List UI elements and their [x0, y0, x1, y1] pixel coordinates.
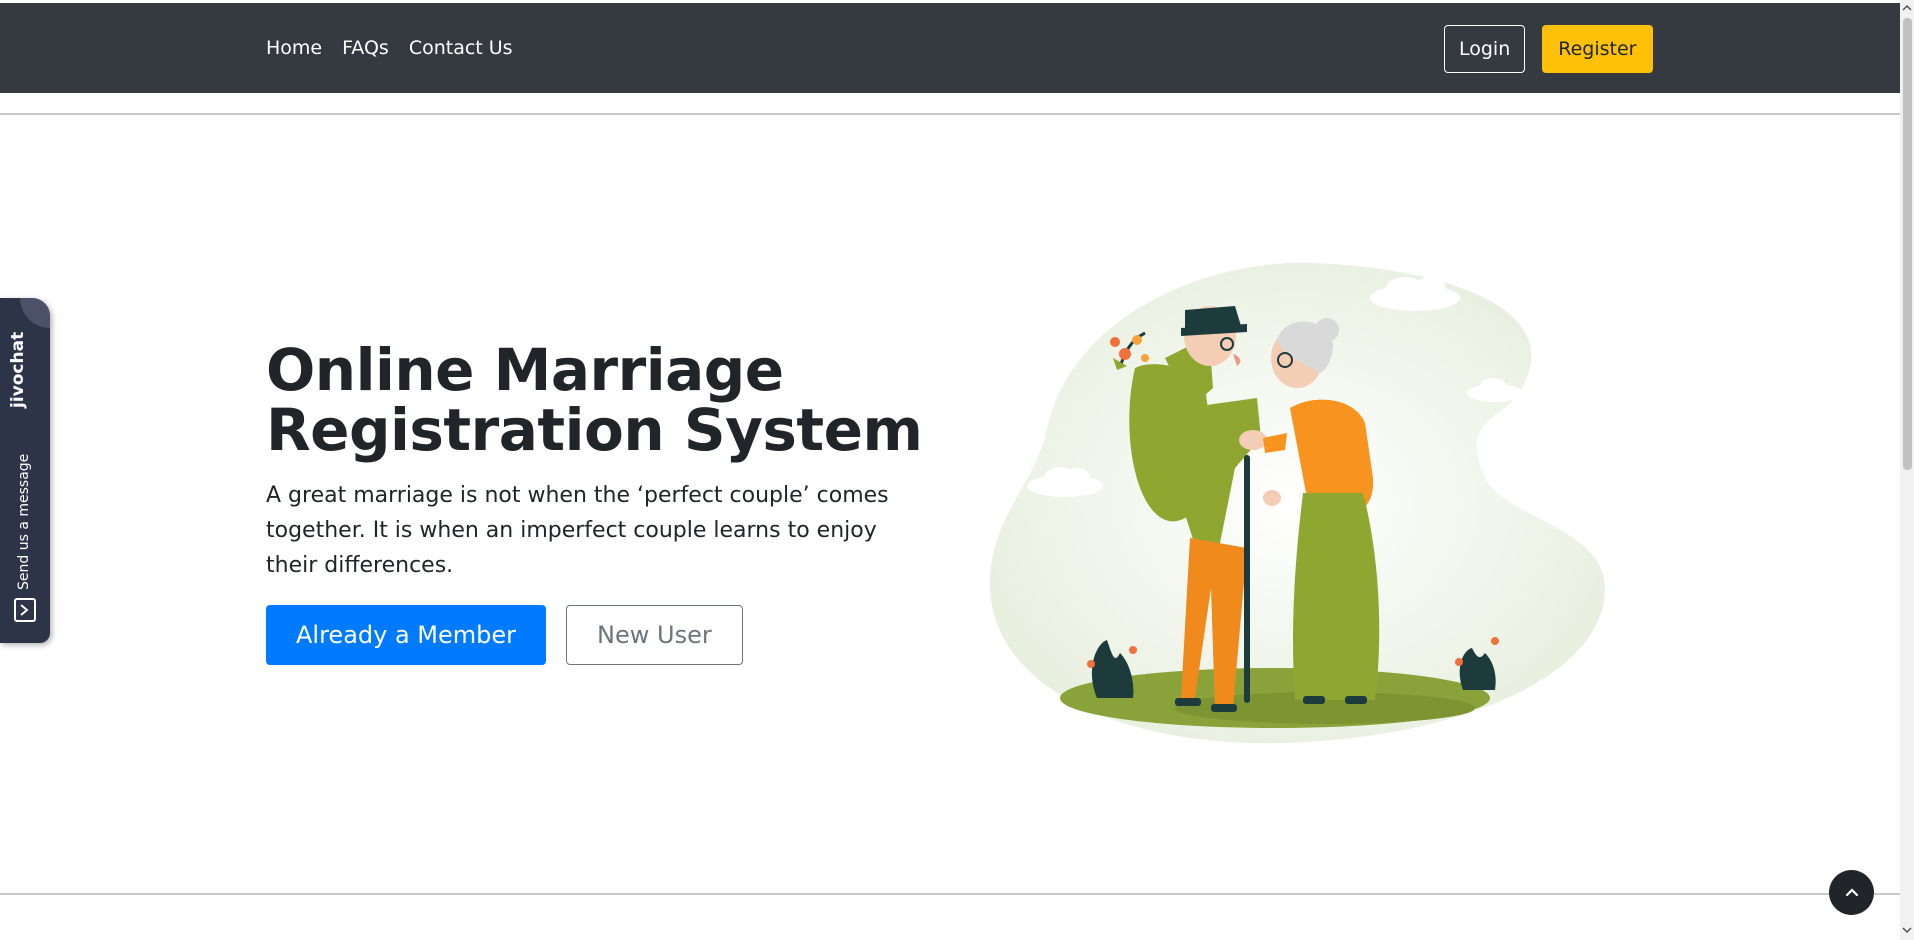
divider-bottom: [0, 893, 1900, 895]
navbar: Home FAQs Contact Us Login Register: [0, 3, 1900, 93]
already-member-button[interactable]: Already a Member: [266, 605, 547, 665]
nav-links: Home FAQs Contact Us: [266, 3, 513, 93]
chevron-up-icon: [1844, 883, 1860, 902]
nav-link-faqs[interactable]: FAQs: [342, 37, 389, 59]
login-button[interactable]: Login: [1444, 25, 1526, 73]
divider-top: [0, 113, 1900, 115]
jivochat-corner: [20, 298, 50, 328]
page-title: Online Marriage Registration System: [266, 340, 926, 460]
page-scrollbar[interactable]: [1900, 0, 1914, 940]
scroll-up-arrow-icon[interactable]: [1900, 0, 1914, 16]
hero-section: Online Marriage Registration System A gr…: [266, 340, 926, 665]
nav-link-home[interactable]: Home: [266, 37, 322, 59]
chat-bubble-icon: [14, 598, 36, 622]
register-button[interactable]: Register: [1542, 25, 1653, 73]
hero-subtitle: A great marriage is not when the ‘perfec…: [266, 483, 889, 578]
jivochat-widget[interactable]: jivochat Send us a message: [0, 298, 50, 643]
page-title-line-2: Registration System: [266, 396, 923, 464]
nav-link-contact[interactable]: Contact Us: [409, 37, 513, 59]
new-user-button[interactable]: New User: [566, 605, 743, 665]
scroll-down-arrow-icon[interactable]: [1900, 922, 1914, 938]
hero-buttons: Already a Member New User: [266, 605, 926, 665]
scrollbar-thumb[interactable]: [1903, 18, 1912, 470]
jivochat-brand: jivochat: [8, 331, 28, 408]
nav-actions: Login Register: [1444, 25, 1653, 73]
jivochat-message-label[interactable]: Send us a message: [16, 454, 32, 590]
scroll-to-top-button[interactable]: [1829, 870, 1874, 915]
page-title-line-1: Online Marriage: [266, 336, 784, 404]
elderly-couple-illustration: [985, 258, 1615, 748]
